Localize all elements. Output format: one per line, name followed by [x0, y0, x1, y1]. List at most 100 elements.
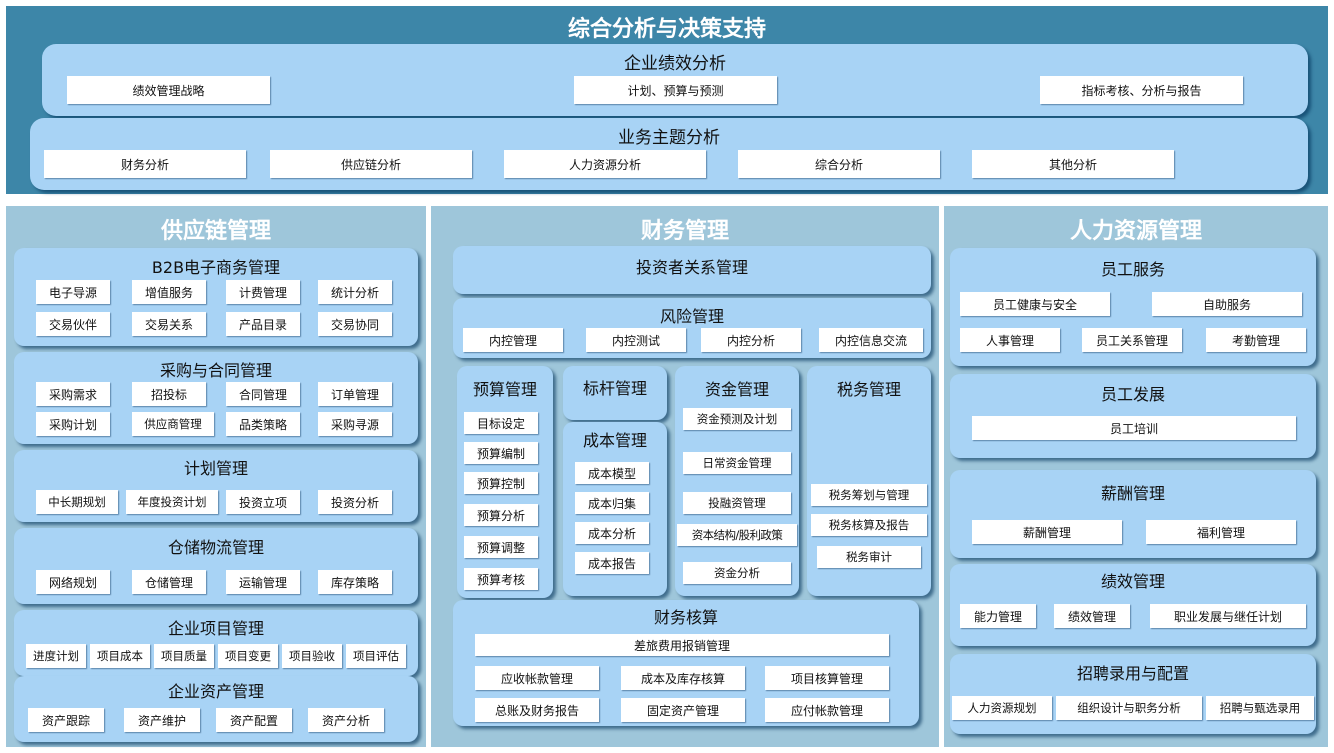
hr-title: 人力资源管理 — [1069, 219, 1202, 244]
investor-title[interactable]: 投资者关系管理 — [453, 254, 931, 278]
cost-item-3[interactable]: 成本分析 — [575, 522, 649, 544]
benchmark-title[interactable]: 标杆管理 — [563, 375, 667, 399]
b2b-item-2[interactable]: 增值服务 — [132, 280, 206, 304]
project-panel: 企业项目管理 进度计划 项目成本 项目质量 项目变更 项目验收 项目评估 — [14, 610, 418, 676]
procurement-item-7[interactable]: 品类策略 — [226, 412, 300, 436]
accounting-item-4[interactable]: 项目核算管理 — [765, 666, 889, 690]
hr-service-item-2[interactable]: 自助服务 — [1152, 292, 1302, 316]
cost-item-2[interactable]: 成本归集 — [575, 492, 649, 514]
asset-item-1[interactable]: 资产跟踪 — [28, 708, 104, 732]
hr-performance-item-2[interactable]: 绩效管理 — [1054, 604, 1130, 628]
b2b-item-8[interactable]: 交易协同 — [318, 312, 392, 336]
procurement-item-1[interactable]: 采购需求 — [36, 382, 110, 406]
cost-panel: 成本管理 成本模型 成本归集 成本分析 成本报告 — [563, 422, 667, 596]
planning-item-4[interactable]: 投资分析 — [318, 490, 392, 514]
asset-panel: 企业资产管理 资产跟踪 资产维护 资产配置 资产分析 — [14, 676, 418, 742]
plan-budget-forecast-box[interactable]: 计划、预算与预测 — [574, 76, 777, 104]
budget-item-6[interactable]: 预算考核 — [464, 568, 538, 590]
accounting-item-5[interactable]: 总账及财务报告 — [475, 698, 599, 722]
fund-item-5[interactable]: 资金分析 — [683, 562, 791, 584]
hr-compensation-item-1[interactable]: 薪酬管理 — [972, 520, 1122, 544]
other-analysis-box[interactable]: 其他分析 — [972, 150, 1174, 178]
hr-service-item-1[interactable]: 员工健康与安全 — [960, 292, 1110, 316]
procurement-item-2[interactable]: 招投标 — [132, 382, 206, 406]
hr-performance-title: 绩效管理 — [1100, 572, 1165, 591]
planning-item-1[interactable]: 中长期规划 — [36, 490, 118, 514]
tax-item-3[interactable]: 税务审计 — [817, 546, 921, 568]
hr-recruit-panel: 招聘录用与配置 人力资源规划 组织设计与职务分析 招聘与甄选录用 — [950, 654, 1316, 734]
warehouse-item-3[interactable]: 运输管理 — [226, 570, 300, 594]
procurement-item-5[interactable]: 采购计划 — [36, 412, 110, 436]
accounting-item-7[interactable]: 应付帐款管理 — [765, 698, 889, 722]
finance-title: 财务管理 — [640, 219, 729, 244]
business-analysis-title: 业务主题分析 — [618, 128, 720, 148]
hr-compensation-item-2[interactable]: 福利管理 — [1146, 520, 1296, 544]
fund-item-1[interactable]: 资金预测及计划 — [683, 408, 791, 430]
fund-item-2[interactable]: 日常资金管理 — [683, 452, 791, 474]
cost-item-1[interactable]: 成本模型 — [575, 462, 649, 484]
project-item-4[interactable]: 项目变更 — [218, 644, 278, 668]
project-item-6[interactable]: 项目评估 — [346, 644, 406, 668]
hr-section: 人力资源管理 员工服务 员工健康与安全 自助服务 人事管理 员工关系管理 考勤管… — [944, 206, 1328, 747]
warehouse-item-2[interactable]: 仓储管理 — [132, 570, 206, 594]
hr-development-item-1[interactable]: 员工培训 — [972, 416, 1296, 440]
hr-service-item-5[interactable]: 考勤管理 — [1206, 328, 1306, 352]
supply-chain-section: 供应链管理 B2B电子商务管理 电子导源 增值服务 计费管理 统计分析 交易伙伴… — [6, 206, 426, 747]
budget-panel: 预算管理 目标设定 预算编制 预算控制 预算分析 预算调整 预算考核 — [457, 366, 553, 598]
b2b-item-6[interactable]: 交易关系 — [132, 312, 206, 336]
comprehensive-analysis-box[interactable]: 综合分析 — [738, 150, 940, 178]
b2b-item-3[interactable]: 计费管理 — [226, 280, 300, 304]
budget-item-1[interactable]: 目标设定 — [464, 412, 538, 434]
asset-item-2[interactable]: 资产维护 — [124, 708, 200, 732]
procurement-item-4[interactable]: 订单管理 — [318, 382, 392, 406]
risk-item-1[interactable]: 内控管理 — [463, 328, 563, 352]
tax-item-2[interactable]: 税务核算及报告 — [811, 514, 927, 536]
budget-item-5[interactable]: 预算调整 — [464, 536, 538, 558]
fund-item-4[interactable]: 资本结构/股利政策 — [677, 524, 797, 546]
b2b-item-4[interactable]: 统计分析 — [318, 280, 392, 304]
b2b-item-5[interactable]: 交易伙伴 — [36, 312, 110, 336]
performance-strategy-box[interactable]: 绩效管理战略 — [67, 76, 270, 104]
budget-item-2[interactable]: 预算编制 — [464, 442, 538, 464]
budget-item-4[interactable]: 预算分析 — [464, 504, 538, 526]
b2b-item-1[interactable]: 电子导源 — [36, 280, 110, 304]
hr-recruit-item-2[interactable]: 组织设计与职务分析 — [1056, 696, 1202, 720]
accounting-item-2[interactable]: 应收帐款管理 — [475, 666, 599, 690]
planning-item-3[interactable]: 投资立项 — [226, 490, 300, 514]
procurement-item-3[interactable]: 合同管理 — [226, 382, 300, 406]
hr-service-item-4[interactable]: 员工关系管理 — [1082, 328, 1182, 352]
procurement-item-6[interactable]: 供应商管理 — [132, 412, 214, 436]
hr-performance-item-1[interactable]: 能力管理 — [960, 604, 1036, 628]
indicator-assessment-box[interactable]: 指标考核、分析与报告 — [1040, 76, 1243, 104]
risk-item-3[interactable]: 内控分析 — [701, 328, 801, 352]
tax-item-1-visible[interactable]: 税务筹划与管理 — [811, 484, 927, 506]
risk-item-2[interactable]: 内控测试 — [586, 328, 686, 352]
hr-recruit-item-3[interactable]: 招聘与甄选录用 — [1206, 696, 1314, 720]
hr-recruit-item-1[interactable]: 人力资源规划 — [952, 696, 1052, 720]
accounting-item-1[interactable]: 差旅费用报销管理 — [475, 634, 889, 656]
finance-analysis-box[interactable]: 财务分析 — [44, 150, 246, 178]
accounting-item-3[interactable]: 成本及库存核算 — [621, 666, 745, 690]
supply-chain-analysis-box[interactable]: 供应链分析 — [270, 150, 472, 178]
asset-item-3[interactable]: 资产配置 — [216, 708, 292, 732]
budget-item-3[interactable]: 预算控制 — [464, 472, 538, 494]
decision-support-section: 综合分析与决策支持 企业绩效分析 绩效管理战略 计划、预算与预测 指标考核、分析… — [6, 6, 1328, 194]
procurement-panel: 采购与合同管理 采购需求 招投标 合同管理 订单管理 采购计划 供应商管理 品类… — [14, 352, 418, 444]
warehouse-item-1[interactable]: 网络规划 — [36, 570, 110, 594]
project-item-2[interactable]: 项目成本 — [90, 644, 150, 668]
accounting-item-6[interactable]: 固定资产管理 — [621, 698, 745, 722]
procurement-item-8[interactable]: 采购寻源 — [318, 412, 392, 436]
project-item-3[interactable]: 项目质量 — [154, 644, 214, 668]
cost-item-4[interactable]: 成本报告 — [575, 552, 649, 574]
risk-item-4[interactable]: 内控信息交流 — [819, 328, 923, 352]
warehouse-item-4[interactable]: 库存策略 — [318, 570, 392, 594]
asset-item-4[interactable]: 资产分析 — [308, 708, 384, 732]
hr-analysis-box[interactable]: 人力资源分析 — [504, 150, 706, 178]
fund-item-3[interactable]: 投融资管理 — [683, 492, 791, 514]
project-item-5[interactable]: 项目验收 — [282, 644, 342, 668]
b2b-item-7[interactable]: 产品目录 — [226, 312, 300, 336]
planning-item-2[interactable]: 年度投资计划 — [126, 490, 218, 514]
hr-performance-item-3[interactable]: 职业发展与继任计划 — [1150, 604, 1306, 628]
project-item-1[interactable]: 进度计划 — [26, 644, 86, 668]
hr-service-item-3[interactable]: 人事管理 — [960, 328, 1060, 352]
